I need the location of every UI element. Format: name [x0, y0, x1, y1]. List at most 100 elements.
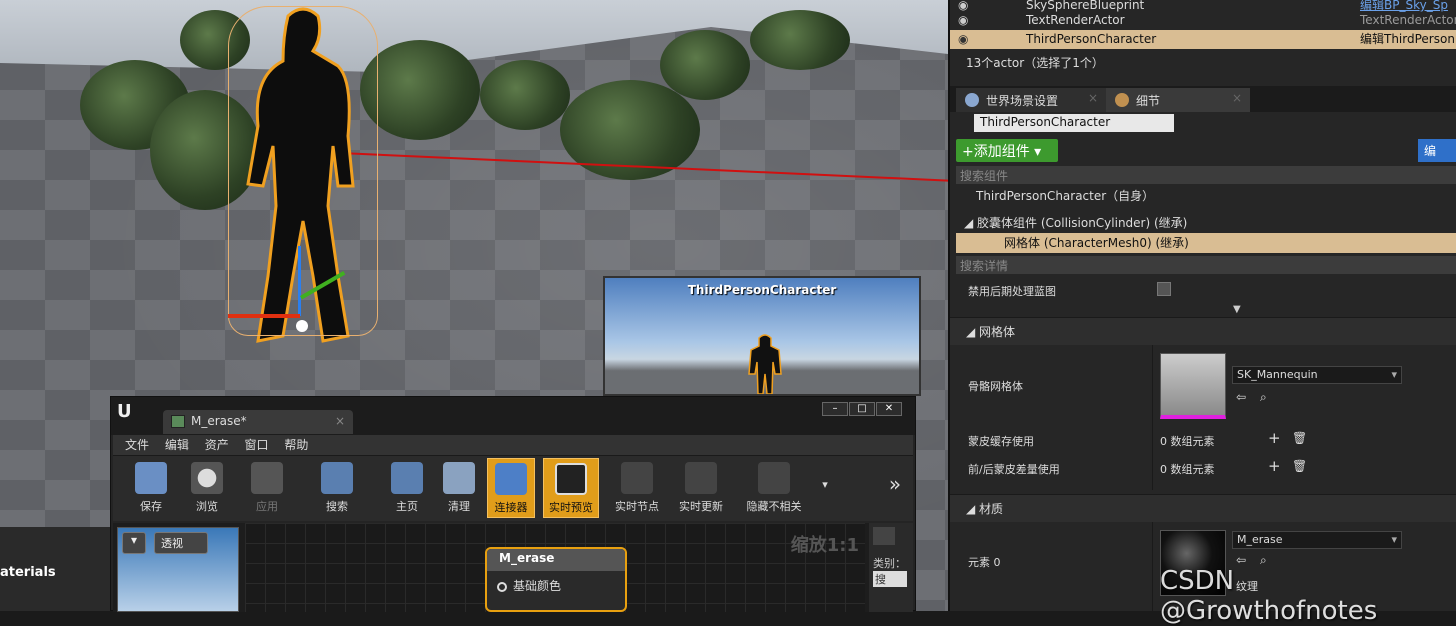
tab-details[interactable]: 细节 ×: [1106, 88, 1250, 112]
live-preview-button[interactable]: 实时预览: [543, 458, 599, 518]
add-element-icon[interactable]: +: [1268, 429, 1281, 447]
skeletal-mesh-thumbnail[interactable]: [1160, 353, 1226, 419]
section-mesh[interactable]: ◢ 网格体: [950, 317, 1456, 345]
disable-postprocess-checkbox[interactable]: [1157, 282, 1171, 296]
menu-file[interactable]: 文件: [125, 435, 149, 455]
browse-asset-icon[interactable]: ⌕: [1260, 390, 1267, 405]
watermark: CSDN @Growthofnotes: [1160, 566, 1378, 626]
use-selected-icon[interactable]: ⇦: [1236, 553, 1246, 567]
section-material[interactable]: ◢ 材质: [950, 494, 1456, 522]
tab-title: M_erase*: [191, 414, 247, 428]
visibility-eye-icon[interactable]: ◉: [958, 11, 968, 30]
hide-unrelated-button[interactable]: 隐藏不相关: [739, 458, 809, 518]
camera-preview: ThirdPersonCharacter: [603, 276, 921, 396]
pin-icon[interactable]: [497, 581, 507, 592]
menu-window[interactable]: 窗口: [245, 435, 269, 455]
browse-button[interactable]: 浏览: [179, 458, 235, 518]
gizmo-center[interactable]: [296, 320, 308, 332]
material-asset-icon: [171, 415, 185, 428]
morph-label: 前/后蒙皮差量使用: [968, 463, 1060, 476]
node-title: M_erase: [487, 549, 625, 571]
menu-help[interactable]: 帮助: [284, 435, 308, 455]
unreal-logo-icon: U: [117, 401, 132, 422]
expand-arrow-icon[interactable]: ▼: [1233, 304, 1241, 315]
connector-icon: [495, 463, 527, 495]
live-update-icon: [685, 462, 717, 494]
skeletal-mesh-label: 骨骼网格体: [968, 380, 1023, 393]
material-editor-body: ▾ 透视 缩放1:1 M_erase 基础颜色 类别： 搜: [113, 523, 913, 612]
gizmo-z-axis[interactable]: [298, 246, 301, 316]
tab-close-icon[interactable]: ×: [335, 414, 345, 428]
details-icon: [1115, 93, 1129, 107]
apply-icon: [251, 462, 283, 494]
skeletal-mesh-combo[interactable]: SK_Mannequin ▾: [1232, 366, 1402, 384]
perspective-button[interactable]: 透视: [154, 532, 208, 554]
viewport-menu-icon[interactable]: ▾: [122, 532, 146, 554]
gizmo-x-axis[interactable]: [228, 314, 300, 318]
skin-cache-label: 蒙皮缓存使用: [968, 435, 1034, 448]
menu-asset[interactable]: 资产: [205, 435, 229, 455]
tab-world-settings[interactable]: 世界场景设置 ×: [956, 88, 1106, 112]
add-element-icon[interactable]: +: [1268, 457, 1281, 475]
outliner-row[interactable]: ◉ TextRenderActor TextRenderActor: [950, 11, 1456, 30]
delete-icon[interactable]: 🗑: [1292, 459, 1307, 473]
live-update-button[interactable]: 实时更新: [673, 458, 729, 518]
save-button[interactable]: 保存: [123, 458, 179, 518]
delete-icon[interactable]: 🗑: [1292, 431, 1307, 445]
apply-button[interactable]: 应用: [239, 458, 295, 518]
toolbar-expand-icon[interactable]: »: [883, 458, 907, 518]
bush: [360, 40, 480, 140]
palette-list-icon[interactable]: [873, 527, 895, 545]
actor-name-field[interactable]: ThirdPersonCharacter: [974, 114, 1174, 132]
component-mesh[interactable]: 网格体 (CharacterMesh0) (继承): [956, 233, 1456, 253]
bush: [750, 10, 850, 70]
connector-button[interactable]: 连接器: [487, 458, 535, 518]
material-preview-viewport[interactable]: ▾ 透视: [117, 527, 239, 612]
close-button[interactable]: ✕: [876, 402, 902, 416]
live-nodes-button[interactable]: 实时节点: [609, 458, 665, 518]
component-capsule[interactable]: ◢ 胶囊体组件 (CollisionCylinder) (继承): [956, 213, 1456, 233]
actor-count: 13个actor（选择了1个）: [966, 56, 1104, 70]
toolbar-dropdown-icon[interactable]: ▾: [815, 458, 835, 518]
tab-close-icon[interactable]: ×: [1232, 91, 1242, 105]
hide-unrelated-icon: [758, 462, 790, 494]
collision-capsule: [228, 6, 378, 336]
use-selected-icon[interactable]: ⇦: [1236, 390, 1246, 404]
globe-icon: [965, 93, 979, 107]
material-editor-titlebar[interactable]: U M_erase* × – □ ✕: [111, 397, 915, 435]
clean-button[interactable]: 清理: [431, 458, 487, 518]
toolbar: 保存 浏览 应用 搜索 主页 清理 连接器 实时预览 实时节点 实时更新 隐藏不…: [113, 455, 913, 521]
blueprint-button[interactable]: 编: [1418, 139, 1456, 162]
minimize-button[interactable]: –: [822, 402, 848, 416]
bush: [660, 30, 750, 100]
window-controls: – □ ✕: [821, 400, 902, 416]
home-icon: [391, 462, 423, 494]
right-panel: ◉ SkySphereBlueprint 编辑BP_Sky_Sp ◉ TextRend…: [948, 0, 1456, 611]
search-icon: [321, 462, 353, 494]
tab-m-erase[interactable]: M_erase* ×: [163, 410, 353, 434]
palette-search-input[interactable]: 搜: [873, 571, 907, 587]
third-person-character[interactable]: [228, 6, 378, 351]
base-color-pin[interactable]: 基础颜色: [487, 571, 625, 600]
component-root[interactable]: ThirdPersonCharacter（自身）: [956, 186, 1456, 206]
menu-edit[interactable]: 编辑: [165, 435, 189, 455]
search-button[interactable]: 搜索: [309, 458, 365, 518]
material-result-node[interactable]: M_erase 基础颜色: [485, 547, 627, 612]
column-divider: [1152, 345, 1153, 490]
save-icon: [135, 462, 167, 494]
browse-icon: [191, 462, 223, 494]
material-editor-window[interactable]: U M_erase* × – □ ✕ 文件 编辑 资产 窗口 帮助 保存 浏览 应用…: [110, 396, 916, 612]
menu-bar: 文件 编辑 资产 窗口 帮助: [113, 435, 913, 455]
search-components-input[interactable]: 搜索组件: [956, 166, 1456, 184]
material-graph[interactable]: 缩放1:1 M_erase 基础颜色: [245, 523, 865, 612]
disable-postprocess-label: 禁用后期处理蓝图: [968, 285, 1056, 298]
maximize-button[interactable]: □: [849, 402, 875, 416]
material-combo[interactable]: M_erase ▾: [1232, 531, 1402, 549]
add-component-button[interactable]: +添加组件 ▾: [956, 139, 1058, 162]
outliner-row-selected[interactable]: ◉ ThirdPersonCharacter 编辑ThirdPerson: [950, 30, 1456, 49]
visibility-eye-icon[interactable]: ◉: [958, 30, 968, 49]
details-tabs: 世界场景设置 × 细节 ×: [950, 86, 1456, 112]
home-button[interactable]: 主页: [379, 458, 435, 518]
tab-close-icon[interactable]: ×: [1088, 91, 1098, 105]
search-details-input[interactable]: 搜索详情: [956, 256, 1456, 274]
